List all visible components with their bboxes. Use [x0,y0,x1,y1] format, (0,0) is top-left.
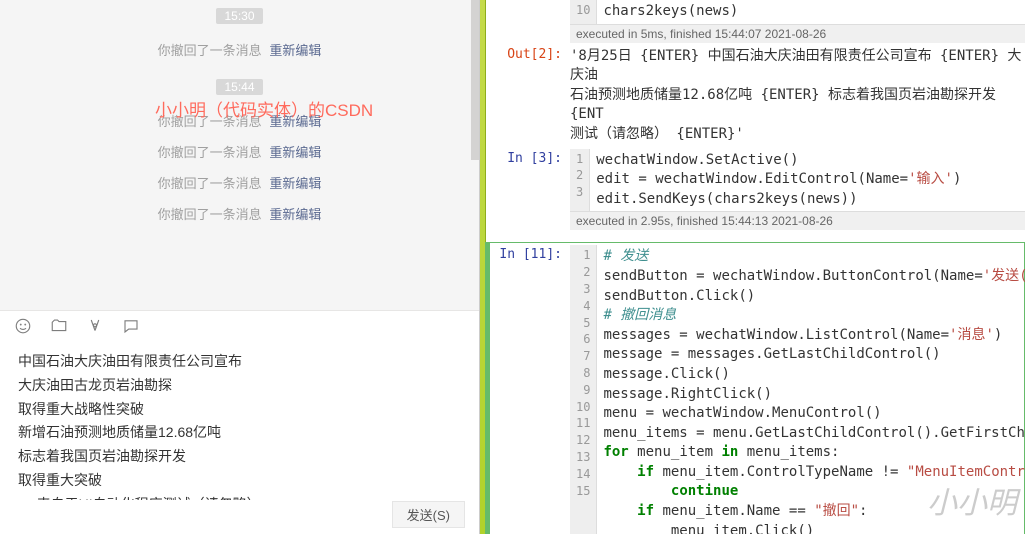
send-button[interactable]: 发送(S) [392,501,465,528]
recalled-message: 你撤回了一条消息 重新编辑 [0,40,479,59]
re-edit-link[interactable]: 重新编辑 [269,176,321,191]
compose-line: 标志着我国页岩油勘探开发 [18,445,461,469]
notebook-panel: 10 chars2keys(news) executed in 5ms, fin… [480,0,1025,534]
line-number: 10 [570,0,597,24]
output-cell: Out[2]: '8月25日 {ENTER} 中国石油大庆油田有限责任公司宣布 … [490,45,1025,147]
execution-status: executed in 5ms, finished 15:44:07 2021-… [570,24,1025,43]
re-edit-link[interactable]: 重新编辑 [269,207,321,222]
input-cell-11[interactable]: In [11]: 123456789101112131415 # 发送sendB… [485,242,1025,534]
re-edit-link[interactable]: 重新编辑 [269,43,321,58]
recall-text: 你撤回了一条消息 [158,207,262,222]
input-cell-3[interactable]: In [3]: 123 wechatWindow.SetActive()edit… [490,149,1025,231]
re-edit-link[interactable]: 重新编辑 [269,114,321,129]
recalled-message: 你撤回了一条消息 重新编辑 [0,204,479,223]
time-badge: 15:30 [216,8,262,24]
compose-line: 新增石油预测地质储量12.68亿吨 [18,421,461,445]
prompt [490,0,570,43]
compose-input[interactable]: 中国石油大庆油田有限责任公司宣布 大庆油田古龙页岩油勘探 取得重大战略性突破 新… [0,340,479,500]
line-gutter: 123456789101112131415 [570,245,597,534]
recalled-message: 你撤回了一条消息 重新编辑 [0,111,479,130]
out-prompt: Out[2]: [490,45,570,147]
recalled-message: 你撤回了一条消息 重新编辑 [0,142,479,161]
chat-history: 15:30 你撤回了一条消息 重新编辑 15:44 你撤回了一条消息 重新编辑 … [0,0,479,310]
re-edit-link[interactable]: 重新编辑 [269,145,321,160]
recall-text: 你撤回了一条消息 [158,176,262,191]
recall-text: 你撤回了一条消息 [158,43,262,58]
emoji-icon[interactable] [14,317,32,335]
chat-history-icon[interactable] [122,317,140,335]
editor-toolbar [0,310,479,340]
file-icon[interactable] [50,317,68,335]
send-row: 发送(S) [0,500,479,534]
in-prompt: In [11]: [490,245,570,534]
code-fragment: 10 chars2keys(news) executed in 5ms, fin… [490,0,1025,43]
compose-line: 大庆油田古龙页岩油勘探 [18,374,461,398]
notebook: 10 chars2keys(news) executed in 5ms, fin… [490,0,1025,534]
compose-line: 中国石油大庆油田有限责任公司宣布 [18,350,461,374]
code-line: chars2keys(news) [597,0,744,24]
recalled-message: 你撤回了一条消息 重新编辑 [0,173,479,192]
output-text: '8月25日 {ENTER} 中国石油大庆油田有限责任公司宣布 {ENTER} … [570,45,1025,147]
in-prompt: In [3]: [490,149,570,231]
execution-status: executed in 2.95s, finished 15:44:13 202… [570,211,1025,230]
code-editor[interactable]: # 发送sendButton = wechatWindow.ButtonCont… [597,245,1025,534]
recall-text: 你撤回了一条消息 [158,145,262,160]
code-editor[interactable]: wechatWindow.SetActive()edit = wechatWin… [590,149,967,212]
compose-line: 取得重大突破 [18,469,461,493]
scrollbar-thumb[interactable] [471,0,479,160]
time-badge: 15:44 [216,79,262,95]
wechat-panel: 15:30 你撤回了一条消息 重新编辑 15:44 你撤回了一条消息 重新编辑 … [0,0,480,534]
line-gutter: 123 [570,149,590,212]
recall-text: 你撤回了一条消息 [158,114,262,129]
compose-line: ----来自于UI自动化程序测试（请忽略） [18,493,461,500]
screenshot-icon[interactable] [86,317,104,335]
compose-line: 取得重大战略性突破 [18,398,461,422]
